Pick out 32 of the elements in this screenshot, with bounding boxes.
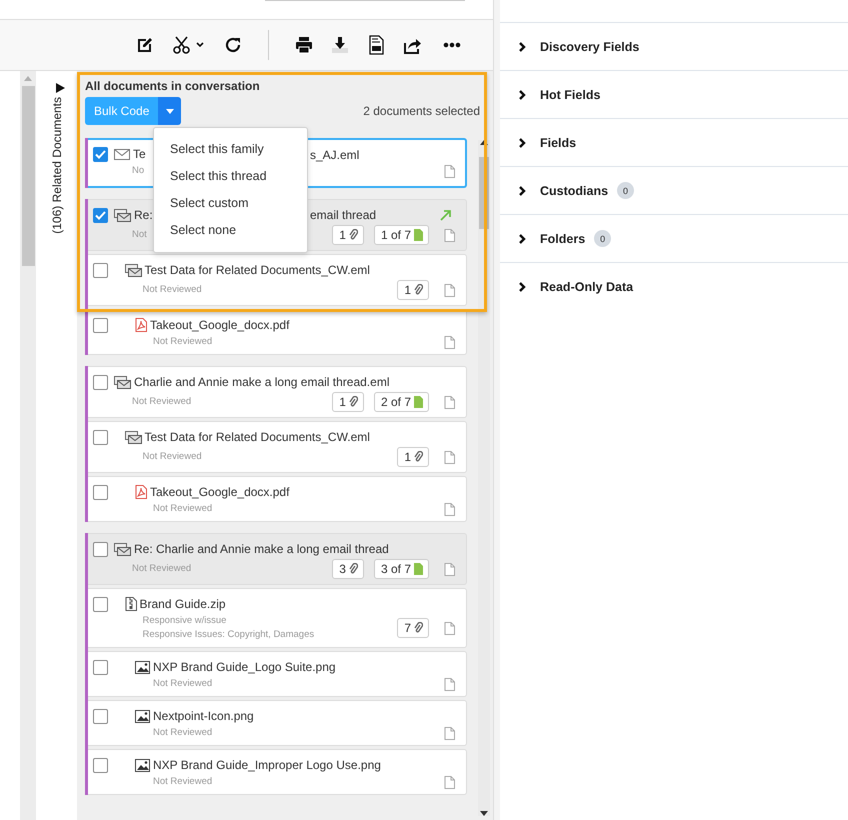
selection-count: 2 documents selected (363, 104, 480, 118)
review-status: Responsive w/issue (142, 614, 226, 628)
attachment-count: 1 (332, 392, 364, 412)
section-title: Hot Fields (540, 88, 600, 102)
thread-position: 1 of 7 (374, 225, 429, 245)
attachment-count: 1 (397, 447, 429, 467)
review-status: No (132, 164, 144, 178)
section-title: Fields (540, 136, 576, 150)
review-status: Not Reviewed (132, 562, 192, 576)
section-title: Custodians (540, 184, 608, 198)
review-status: Not Reviewed (142, 450, 202, 464)
review-status: Responsive Issues: Copyright, Damages (142, 628, 314, 642)
section-title: Folders (540, 232, 586, 246)
review-status: Not Reviewed (153, 775, 212, 789)
attachment-count: 3 (332, 559, 364, 579)
thread-position: 3 of 7 (374, 559, 429, 579)
review-status: Not Reviewed (142, 283, 202, 297)
attachment-count: 1 (332, 225, 364, 245)
section-title: Read-Only Data (540, 280, 634, 294)
attachment-count: 7 (397, 618, 429, 638)
attachment-count: 1 (397, 280, 429, 300)
review-status: Not Reviewed (132, 395, 192, 409)
review-status: Not Reviewed (153, 677, 212, 691)
review-status: Not Reviewed (153, 502, 212, 516)
review-status: Not Reviewed (153, 726, 212, 740)
count-badge: 0 (594, 230, 612, 247)
count-badge: 0 (617, 182, 634, 199)
thread-position: 2 of 7 (374, 392, 429, 412)
section-title: Discovery Fields (540, 40, 640, 54)
review-status: Not Reviewed (153, 335, 212, 349)
list-title: All documents in conversation (85, 79, 261, 93)
review-status: Not (132, 228, 147, 242)
